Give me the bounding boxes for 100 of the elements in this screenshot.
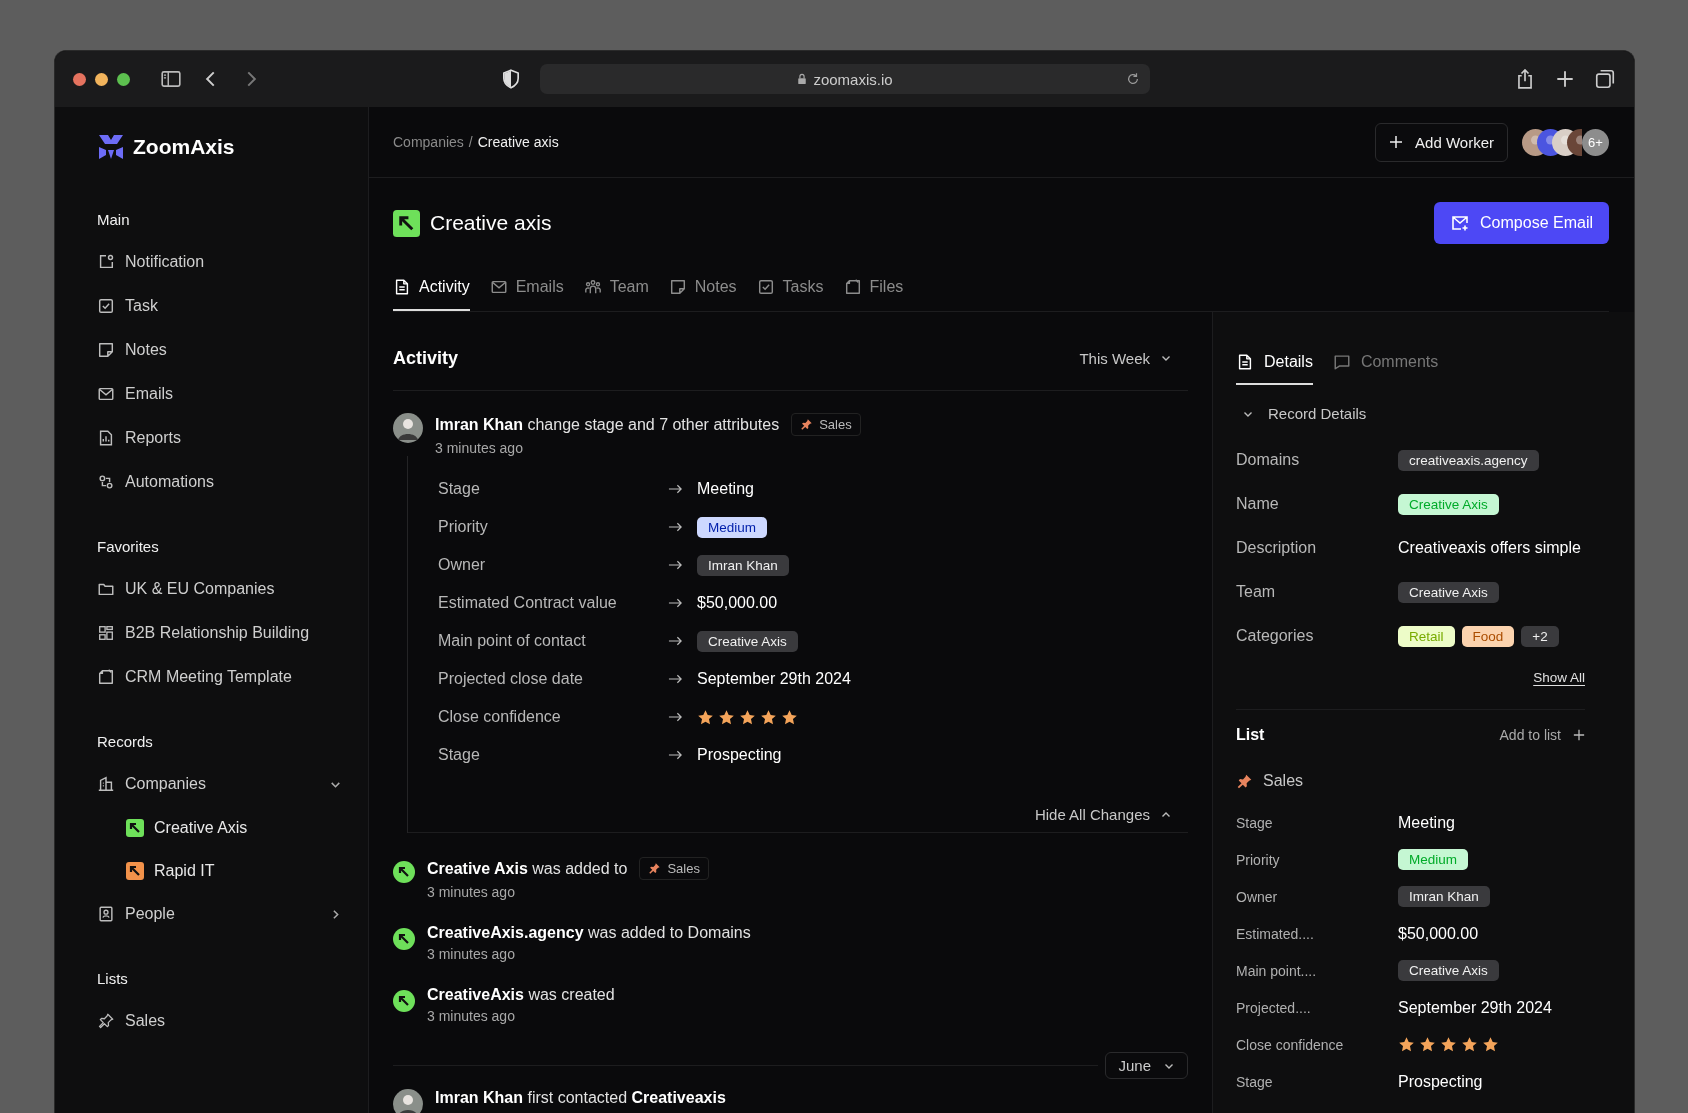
url-text: zoomaxis.io [813,70,893,88]
avatar-stack-drawing[interactable] [1522,128,1582,156]
close-button[interactable] [73,72,86,86]
section-heading: Records [97,733,154,750]
show-all-link[interactable]: Show All [1533,670,1585,685]
field-label: Priority [1236,851,1281,868]
tab[interactable]: Activity [393,265,470,311]
field-label: Stage [438,746,481,764]
mail-plus-icon [1450,213,1471,233]
sidebar-item[interactable]: Emails [97,372,342,416]
tab[interactable]: Notes [668,265,737,311]
field-value: Prospecting [697,746,782,764]
sidebar-item[interactable]: CRM Meeting Template [97,655,342,699]
list-tag[interactable]: Sales [639,857,709,880]
sidebar-item[interactable]: Reports [97,416,342,460]
add-to-list-button[interactable]: Add to list [1499,727,1585,743]
add-worker-button[interactable]: Add Worker [1375,122,1508,162]
value-badge: Medium [1398,849,1468,870]
tab[interactable]: Files [843,265,904,311]
section-heading: Favorites [97,538,160,555]
mail-icon [489,278,508,296]
tab[interactable]: Details [1236,339,1313,385]
section-title: List [1236,726,1265,744]
value-badge: Imran Khan [697,554,789,576]
company-logo-icon [393,861,415,883]
sidebar-item[interactable]: Rapid IT [97,849,342,892]
note-icon [668,278,687,296]
address-bar[interactable]: zoomaxis.io [540,64,1150,94]
activity-text: Imran Khan first contacted Creativeaxis [435,1089,726,1107]
sidebar-toggle-icon[interactable] [160,68,182,90]
compose-email-button[interactable]: Compose Email [1434,202,1609,244]
field-label: Stage [438,480,481,498]
maximize-button[interactable] [117,72,130,86]
field-label: Owner [1236,888,1279,905]
arrow-icon [668,749,683,761]
logo-icon [97,133,125,161]
breadcrumb-link[interactable]: Creative axis [477,134,559,150]
mail-icon [97,385,115,403]
value-badge: Creative Axis [697,630,798,652]
field-label: Name [1236,495,1280,513]
field-label: Main point.... [1236,962,1318,979]
timestamp: 3 minutes ago [427,1008,516,1024]
field-label: Close confidence [1236,1036,1345,1053]
field-value: Prospecting [1398,1072,1483,1091]
sidebar-item[interactable]: B2B Relationship Building [97,611,342,655]
sidebar-item[interactable]: Companies [97,762,342,806]
avatar-icon [393,413,423,443]
tab[interactable]: Tasks [756,265,824,311]
list-tag[interactable]: Sales [791,413,861,436]
section-title: Activity [393,347,459,369]
reload-icon[interactable] [1126,72,1140,86]
record-details-toggle[interactable]: Record Details [1242,405,1585,422]
sidebar-item[interactable]: Task [97,284,342,328]
breadcrumb-link[interactable]: Companies [393,134,464,150]
tabs-overview-icon[interactable] [1594,68,1616,90]
star-icon [760,708,777,726]
hide-changes-button[interactable]: Hide All Changes [1034,806,1188,823]
star-icon [1461,1036,1478,1053]
month-dropdown[interactable]: June [1105,1052,1188,1079]
sidebar-item[interactable]: People [97,892,342,936]
sidebar-item[interactable]: Notes [97,328,342,372]
tab[interactable]: Comments [1332,339,1439,385]
tab[interactable]: Emails [489,265,564,311]
sidebar-item[interactable]: Notification [97,240,342,284]
star-icon [739,708,756,726]
checkbox-icon [97,297,115,315]
tab[interactable]: Team [583,265,649,311]
arrow-icon [668,711,683,723]
field-label: Description [1236,539,1318,557]
document-icon [843,278,862,296]
company-logo-icon [393,209,420,237]
timestamp: 3 minutes ago [427,884,516,900]
plus-icon [1573,729,1585,741]
star-icon [718,708,735,726]
field-value: September 29th 2024 [1398,998,1552,1017]
field-value: $50,000.00 [697,594,778,612]
field-label: Estimated.... [1236,925,1315,942]
period-dropdown[interactable]: This Week [1079,349,1188,367]
contact-card-icon [97,905,115,923]
document-icon [393,278,411,296]
building-icon [97,775,115,793]
sidebar-item[interactable]: Automations [97,460,342,504]
sidebar-item[interactable]: Creative Axis [97,806,342,849]
sidebar-item[interactable]: Sales [97,999,342,1043]
minimize-button[interactable] [95,72,108,86]
category-badge: +2 [1521,625,1559,647]
field-label: Priority [438,518,489,536]
new-tab-icon[interactable] [1554,68,1576,90]
field-value: September 29th 2024 [697,670,851,688]
sidebar-item[interactable]: UK & EU Companies [97,567,342,611]
star-icon [1440,1036,1457,1053]
star-icon [697,708,714,726]
plus-icon [1389,135,1404,149]
pin-icon [648,862,662,875]
field-label: Team [1236,583,1277,601]
shield-icon[interactable] [500,68,522,90]
activity-text: CreativeAxis.agency was added to Domains [427,924,751,942]
document-icon [1236,353,1254,371]
value-badge: Medium [697,516,767,538]
timestamp: 3 minutes ago [435,440,524,456]
